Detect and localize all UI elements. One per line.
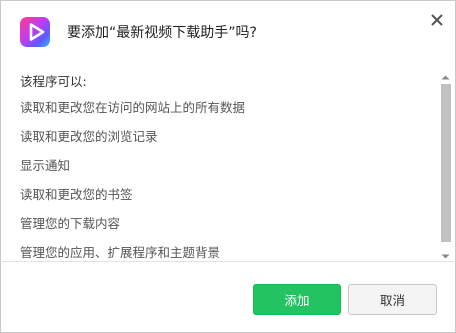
scrollbar-track[interactable] xyxy=(441,84,451,242)
play-app-icon xyxy=(20,17,50,47)
close-icon[interactable] xyxy=(429,12,445,28)
permission-item: 管理您的下载内容 xyxy=(20,216,121,231)
permission-item: 管理您的应用、扩展程序和主题背景 xyxy=(20,245,221,260)
permission-item: 读取和更改您在访问的网站上的所有数据 xyxy=(20,100,246,115)
scroll-up-arrow-icon[interactable] xyxy=(439,69,452,82)
cancel-button[interactable]: 取消 xyxy=(348,284,437,315)
vertical-scrollbar[interactable] xyxy=(439,67,452,261)
permissions-heading: 该程序可以: xyxy=(20,74,87,89)
extension-install-dialog: 要添加“最新视频下载助手”吗? 该程序可以: 读取和更改您在访问的网站上的所有数… xyxy=(0,0,456,333)
permissions-panel: 该程序可以: 读取和更改您在访问的网站上的所有数据 读取和更改您的浏览记录 显示… xyxy=(2,67,454,261)
add-extension-button[interactable]: 添加 xyxy=(253,284,341,315)
scrollbar-thumb[interactable] xyxy=(441,84,451,242)
permissions-list: 读取和更改您在访问的网站上的所有数据 读取和更改您的浏览记录 显示通知 读取和更… xyxy=(20,100,245,261)
footer-divider xyxy=(2,261,454,262)
permission-item: 显示通知 xyxy=(20,158,71,173)
scroll-down-arrow-icon[interactable] xyxy=(439,248,452,261)
dialog-header: 要添加“最新视频下载助手”吗? xyxy=(1,1,455,61)
permission-item: 读取和更改您的浏览记录 xyxy=(20,129,158,144)
dialog-title: 要添加“最新视频下载助手”吗? xyxy=(67,25,257,41)
permission-item: 读取和更改您的书签 xyxy=(20,187,133,202)
